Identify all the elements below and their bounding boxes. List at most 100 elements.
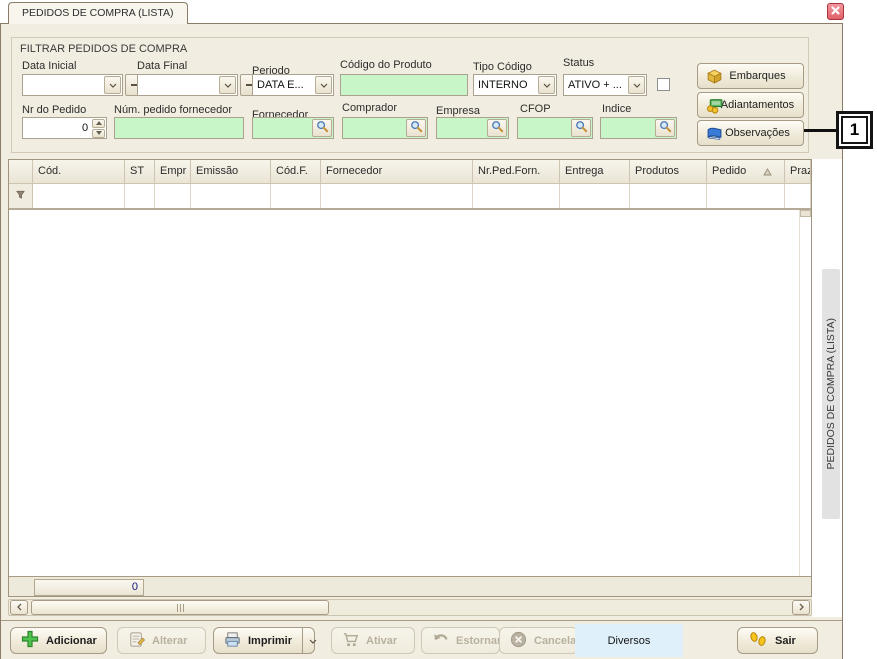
empresa-search-button[interactable] [487, 119, 507, 137]
comprador-lookup[interactable] [342, 117, 428, 139]
fornecedor-search-button[interactable] [312, 119, 332, 137]
grid-header-cod[interactable]: Cód. [33, 160, 125, 184]
scroll-right-button[interactable] [792, 600, 810, 615]
embarques-button[interactable]: Embarques [697, 63, 804, 89]
grid-header-fornecedor[interactable]: Fornecedor [321, 160, 473, 184]
grid-filter-cell[interactable] [155, 184, 191, 208]
grid-filter-cell[interactable] [560, 184, 630, 208]
status-checkbox[interactable] [657, 78, 670, 91]
grid-header-produtos[interactable]: Produtos [630, 160, 707, 184]
filter-groupbox-title: FILTRAR PEDIDOS DE COMPRA [20, 43, 187, 55]
grid-filter-cell[interactable] [473, 184, 560, 208]
periodo-combo[interactable]: DATA E... [252, 74, 334, 96]
grid-filter-cell[interactable] [707, 184, 785, 208]
grid-header-indicator [9, 160, 33, 184]
search-icon [659, 120, 672, 136]
cfop-search-button[interactable] [571, 119, 591, 137]
tipo-codigo-value: INTERNO [474, 79, 537, 91]
spin-down-button[interactable] [92, 129, 105, 138]
fornecedor-lookup[interactable] [252, 117, 334, 139]
sair-button[interactable]: Sair [737, 627, 818, 654]
pedidos-de-compra-window: FILTRAR PEDIDOS DE COMPRA Data Inicial D… [0, 23, 843, 659]
grid-header-emissao[interactable]: Emissão [191, 160, 271, 184]
callout-connector-line [804, 129, 837, 132]
codigo-do-produto-label: Código do Produto [340, 59, 432, 71]
num-pedido-fornecedor-field[interactable] [114, 117, 244, 139]
grid-filter-cell[interactable] [630, 184, 707, 208]
cancelar-label: Cancelar [534, 635, 580, 647]
row-count-box: 0 [34, 579, 144, 596]
spin-up-button[interactable] [92, 119, 105, 128]
triangle-down-icon [96, 131, 102, 135]
data-final-label: Data Final [137, 60, 187, 72]
money-icon [706, 97, 723, 117]
empresa-label: Empresa [436, 105, 480, 117]
codigo-do-produto-input[interactable] [341, 75, 467, 95]
data-inicial-dropdown-button[interactable] [104, 76, 121, 94]
grid-filter-cell[interactable] [785, 184, 811, 208]
grid-filter-cell[interactable] [33, 184, 125, 208]
grid-header-empr[interactable]: Empr [155, 160, 191, 184]
chevron-down-icon [109, 79, 117, 91]
grid-header-prazo[interactable]: Prazo [785, 160, 811, 184]
imprimir-dropdown-button[interactable] [302, 628, 323, 653]
scroll-left-button[interactable] [10, 600, 28, 615]
diversos-label: Diversos [608, 635, 651, 647]
periodo-dropdown-button[interactable] [315, 76, 332, 94]
alterar-button: Alterar [117, 627, 206, 654]
adiantamentos-button[interactable]: Adiantamentos [697, 92, 804, 118]
grid-filter-cell[interactable] [321, 184, 473, 208]
codigo-do-produto-field[interactable] [340, 74, 468, 96]
adiantamentos-label: Adiantamentos [721, 99, 794, 111]
adicionar-button[interactable]: Adicionar [10, 627, 107, 654]
data-final-combo[interactable] [137, 74, 238, 96]
chevron-left-icon [17, 602, 22, 614]
data-final-dropdown-button[interactable] [219, 76, 236, 94]
diversos-button[interactable]: Diversos [575, 624, 683, 657]
grid-header-st[interactable]: ST [125, 160, 155, 184]
indice-search-button[interactable] [655, 119, 675, 137]
grid-filter-cell[interactable] [271, 184, 321, 208]
imprimir-button[interactable]: Imprimir [213, 627, 315, 654]
data-inicial-label: Data Inicial [22, 60, 76, 72]
comprador-label: Comprador [342, 102, 397, 114]
close-button[interactable] [827, 3, 844, 20]
grid-body [9, 210, 811, 576]
num-pedido-fornecedor-label: Núm. pedido fornecedor [114, 104, 232, 116]
tipo-codigo-dropdown-button[interactable] [538, 76, 555, 94]
cfop-lookup[interactable] [517, 117, 593, 139]
ativar-button: Ativar [331, 627, 415, 654]
grid-filter-cell[interactable] [191, 184, 271, 208]
status-combo[interactable]: ATIVO + ... [563, 74, 647, 96]
grid-header-pedido[interactable]: Pedido [707, 160, 785, 184]
grid-horizontal-scrollbar[interactable] [8, 599, 812, 616]
empresa-lookup[interactable] [436, 117, 509, 139]
num-pedido-fornecedor-input[interactable] [115, 118, 243, 138]
indice-lookup[interactable] [600, 117, 677, 139]
nr-do-pedido-input[interactable] [23, 118, 91, 138]
comprador-search-button[interactable] [406, 119, 426, 137]
status-dropdown-button[interactable] [628, 76, 645, 94]
tipo-codigo-combo[interactable]: INTERNO [473, 74, 557, 96]
grid-vertical-scrollbar[interactable] [799, 210, 811, 576]
edit-icon [127, 630, 146, 652]
grid-header-entrega[interactable]: Entrega [560, 160, 630, 184]
side-tab-pedidos-de-compra[interactable]: PEDIDOS DE COMPRA (LISTA) [822, 269, 840, 519]
alterar-label: Alterar [152, 635, 187, 647]
grid-filter-cell[interactable] [125, 184, 155, 208]
tipo-codigo-label: Tipo Código [473, 61, 532, 73]
indice-label: Indice [602, 103, 631, 115]
data-inicial-combo[interactable] [22, 74, 123, 96]
book-icon [706, 125, 723, 145]
chevron-right-icon [799, 602, 804, 614]
grid-header-nrpedforn[interactable]: Nr.Ped.Forn. [473, 160, 560, 184]
window-tab[interactable]: PEDIDOS DE COMPRA (LISTA) [8, 2, 188, 24]
observacoes-button[interactable]: Observações [697, 120, 804, 146]
grid-header-codf[interactable]: Cód.F. [271, 160, 321, 184]
nr-do-pedido-spinner[interactable] [22, 117, 107, 139]
footsteps-icon [747, 630, 769, 651]
search-icon [316, 120, 329, 136]
scroll-thumb[interactable] [31, 600, 329, 615]
chevron-down-icon [224, 79, 232, 91]
package-icon [706, 68, 723, 88]
